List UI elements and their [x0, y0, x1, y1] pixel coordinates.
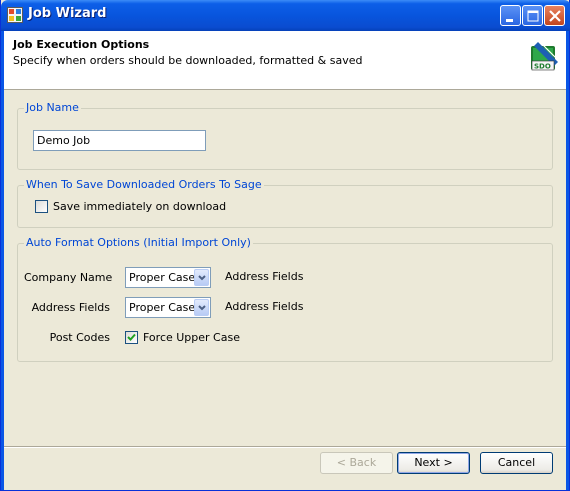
post-codes-label: Post Codes	[49, 331, 110, 344]
company-name-note: Address Fields	[225, 270, 304, 283]
cancel-button[interactable]: Cancel	[480, 452, 553, 474]
header-subtitle: Specify when orders should be downloaded…	[13, 54, 363, 67]
wizard-header: Job Execution Options Specify when order…	[4, 31, 568, 90]
save-immediately-label[interactable]: Save immediately on download	[53, 200, 226, 213]
minimize-icon	[506, 19, 513, 22]
company-name-select[interactable]: Proper Case	[125, 267, 211, 288]
window-title: Job Wizard	[28, 6, 107, 21]
address-fields-dropdown-button[interactable]	[194, 299, 209, 316]
app-icon	[7, 7, 23, 23]
address-fields-label: Address Fields	[31, 301, 110, 314]
company-name-dropdown-button[interactable]	[194, 269, 209, 286]
address-fields-select[interactable]: Proper Case	[125, 297, 211, 318]
maximize-button[interactable]	[522, 5, 543, 26]
sage-database-icon: SDO	[528, 40, 562, 74]
auto-format-group: Auto Format Options (Initial Import Only…	[17, 236, 553, 362]
title-bar[interactable]: Job Wizard	[1, 0, 570, 31]
minimize-button[interactable]	[500, 5, 521, 26]
force-upper-case-checkbox[interactable]	[125, 331, 138, 344]
chevron-down-icon	[198, 305, 206, 311]
job-wizard-window: Job Wizard Job Execution Options Specify…	[0, 0, 570, 491]
auto-format-legend: Auto Format Options (Initial Import Only…	[24, 236, 253, 249]
checkmark-icon	[127, 333, 136, 341]
force-upper-case-label[interactable]: Force Upper Case	[143, 331, 240, 344]
company-name-label: Company Name	[24, 271, 113, 284]
job-name-input[interactable]: Demo Job	[33, 130, 206, 151]
save-immediately-checkbox[interactable]	[35, 200, 48, 213]
chevron-down-icon	[198, 275, 206, 281]
maximize-icon	[527, 10, 539, 22]
job-name-legend: Job Name	[24, 101, 81, 114]
back-button[interactable]: < Back	[320, 452, 393, 474]
address-fields-note: Address Fields	[225, 300, 304, 313]
close-icon	[549, 10, 561, 22]
close-button[interactable]	[544, 5, 565, 26]
company-name-value: Proper Case	[129, 271, 196, 284]
footer-separator	[4, 446, 568, 448]
svg-text:SDO: SDO	[534, 63, 551, 71]
header-title: Job Execution Options	[13, 38, 150, 51]
job-name-group: Job Name Demo Job	[17, 101, 553, 170]
save-options-group: When To Save Downloaded Orders To Sage S…	[17, 178, 553, 228]
address-fields-value: Proper Case	[129, 301, 196, 314]
next-button[interactable]: Next >	[397, 452, 470, 474]
save-options-legend: When To Save Downloaded Orders To Sage	[24, 178, 264, 191]
